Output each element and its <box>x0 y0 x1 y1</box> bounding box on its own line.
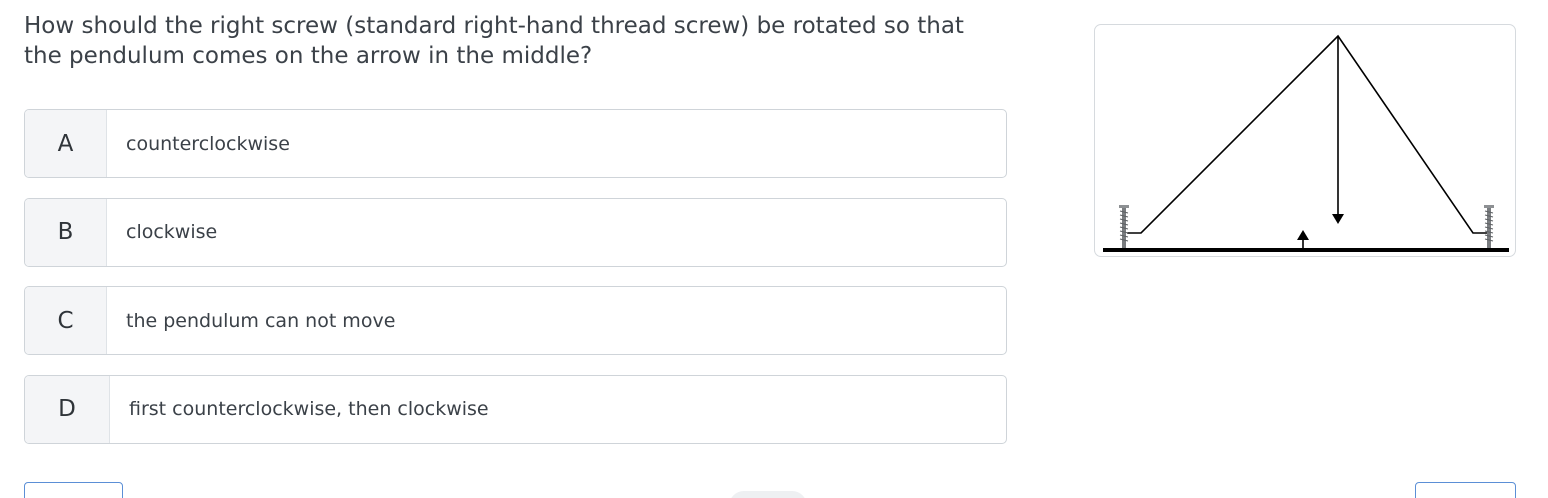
question-text: How should the right screw (standard rig… <box>24 13 964 69</box>
option-letter: D <box>25 375 110 443</box>
option-label: counterclockwise <box>126 132 290 155</box>
screw-icon <box>1484 205 1494 248</box>
option-letter: C <box>25 287 107 354</box>
option-letter: A <box>25 110 107 177</box>
option-label: the pendulum can not move <box>126 309 396 332</box>
next-button[interactable] <box>1415 482 1516 498</box>
frame-lines <box>1127 34 1491 234</box>
target-arrow-icon <box>1297 230 1309 240</box>
pendulum-arrow-icon <box>1332 214 1344 224</box>
pendulum-figure <box>1094 24 1516 257</box>
option-d[interactable]: D first counterclockwise, then clockwise <box>24 374 1007 444</box>
previous-button[interactable] <box>24 482 123 498</box>
option-label: clockwise <box>126 221 218 243</box>
option-a[interactable]: A counterclockwise <box>24 109 1007 178</box>
screw-icon <box>1119 205 1129 248</box>
option-letter: B <box>25 198 107 266</box>
option-label: first counterclockwise, then clockwise <box>129 398 489 420</box>
option-c[interactable]: C the pendulum can not move <box>24 286 1007 355</box>
quiz-page: How should the right screw (standard rig… <box>0 0 1548 498</box>
option-b[interactable]: B clockwise <box>24 197 1007 267</box>
pendulum-diagram <box>1103 34 1509 252</box>
page-indicator <box>729 491 807 498</box>
answer-options: A counterclockwise B clockwise C the pen… <box>24 109 1007 463</box>
